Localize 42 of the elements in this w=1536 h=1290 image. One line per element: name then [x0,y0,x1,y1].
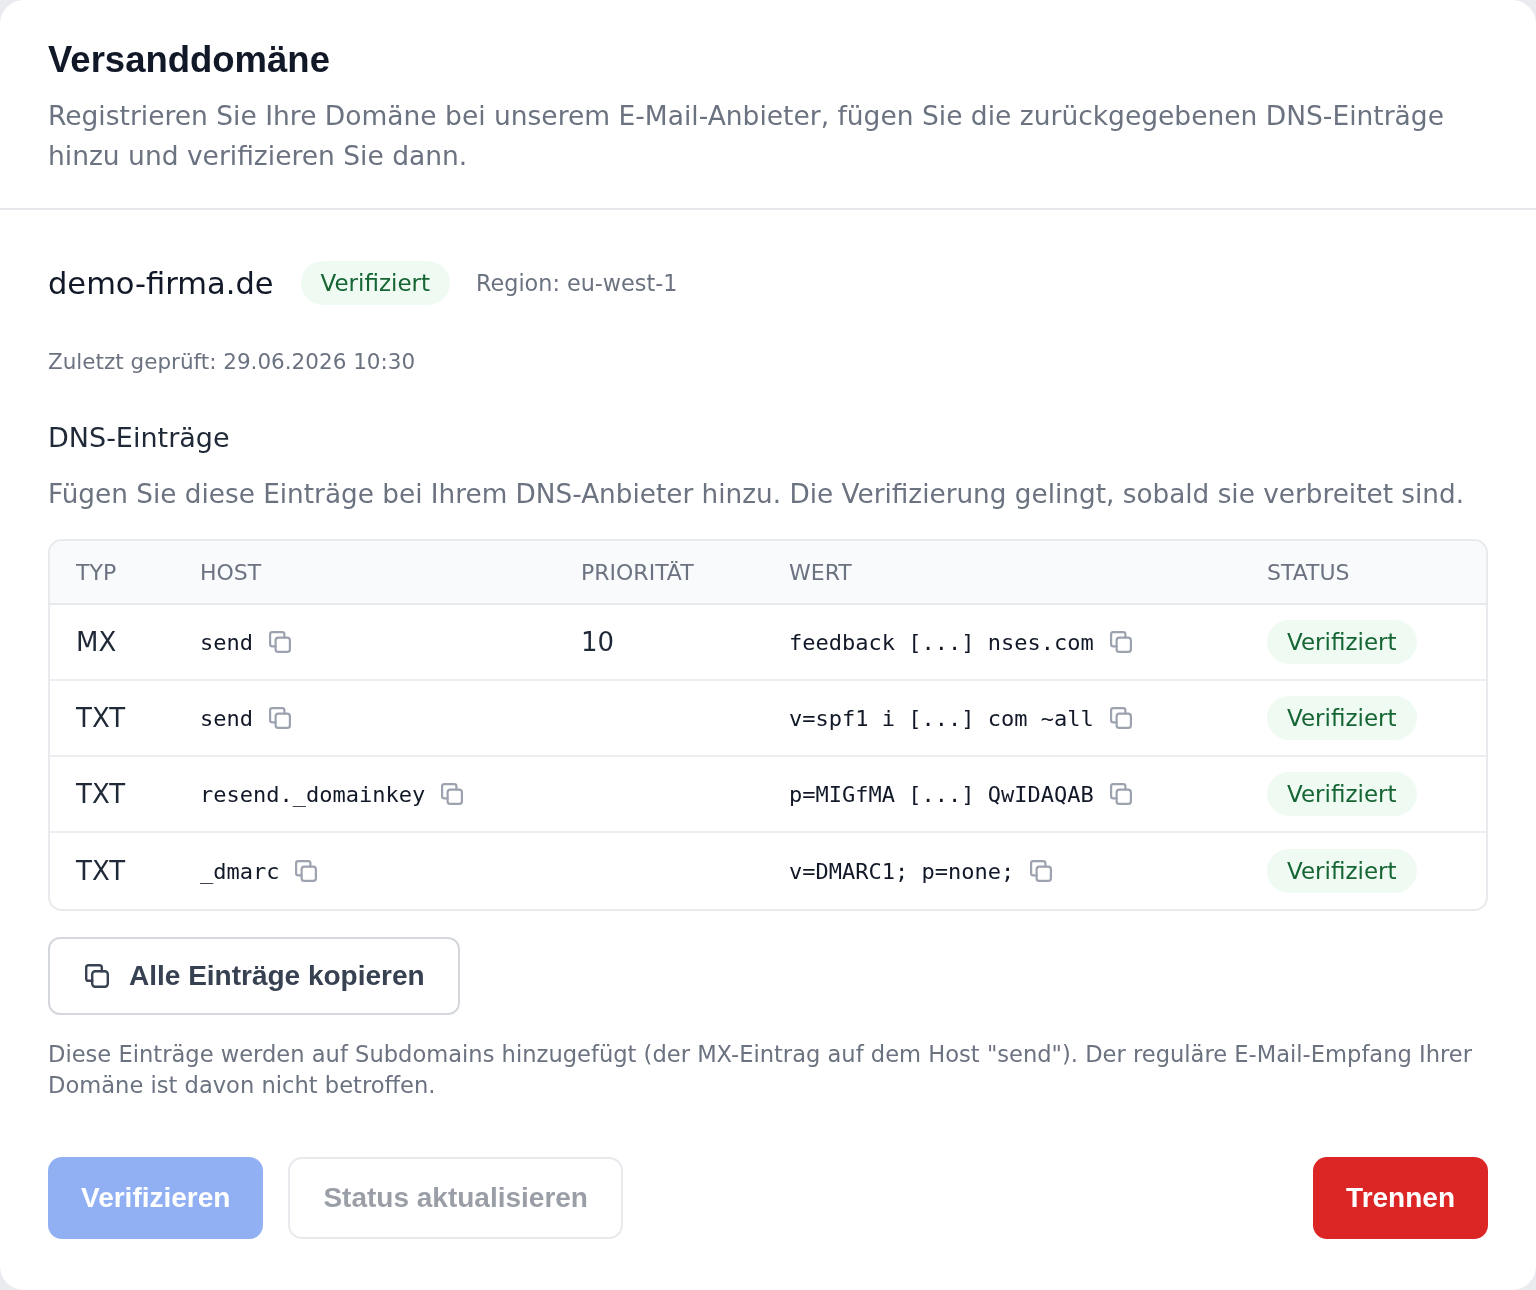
column-header: HOST [174,541,555,605]
column-header: STATUS [1241,541,1486,605]
record-value: v=spf1 i [...] com ~all [789,705,1094,731]
copy-icon[interactable] [295,860,318,882]
copy-icon[interactable] [441,783,464,805]
record-value: v=DMARC1; p=none; [789,858,1015,884]
danger-button[interactable]: Trennen [1313,1157,1488,1239]
status-badge: Verifiziert [1267,849,1417,893]
host-value: _dmarc [200,858,280,884]
table-cell: TXT [50,681,174,757]
record-value: p=MIGfMA [...] QwIDAQAB [789,781,1094,807]
dialog-description: Registrieren Sie Ihre Domäne bei unserem E-Mail-Anbieter, fügen Sie die zurückgegebenen DNS-Einträge hinzu und verifizieren Sie dann. [48,99,1445,173]
copy-icon[interactable] [269,631,291,653]
copy-icon[interactable] [1109,631,1132,653]
info-note: Diese Einträge werden auf Subdomains hinzugefügt (der MX-Eintrag auf dem Host "send"). Der reguläre E-Mail-Empfang Ihrer Domäne ist davon nicht betroffen. [48,1040,1473,1100]
column-header: WERT [763,541,1241,605]
table-cell: 10 [555,605,763,681]
column-header: TYP [50,541,174,605]
host-value: resend._domainkey [200,781,426,807]
status-badge: Verifiziert [1267,772,1417,816]
status-badge: Verifiziert [1267,620,1417,664]
domain-name: demo-firma.de [48,265,274,301]
table-cell: TXT [50,757,174,833]
column-header: PRIORITÄT [555,541,763,605]
copy-icon [85,964,109,988]
region-label: Region: eu-west-1 [476,270,678,296]
section-title: DNS-Einträge [48,421,231,455]
copy-all-button[interactable]: Alle Einträge kopieren [48,937,460,1015]
last-checked-text: Zuletzt geprüft: 29.06.2026 10:30 [48,348,417,376]
copy-icon[interactable] [1109,707,1132,729]
copy-icon[interactable] [1109,783,1132,805]
status-badge: Verifiziert [300,261,451,305]
copy-icon[interactable] [269,707,291,729]
host-value: send [200,629,253,655]
table-cell: MX [50,605,174,681]
record-value: feedback [...] nses.com [789,629,1094,655]
host-value: send [200,705,253,731]
copy-icon[interactable] [1030,860,1053,882]
status-badge: Verifiziert [1267,696,1417,740]
section-description: Fügen Sie diese Einträge bei Ihrem DNS-Anbieter hinzu. Die Verifizierung gelingt, sobald sie verbreitet sind. [48,478,1466,511]
table-cell-text: TXT [75,855,127,888]
dialog-title: Versanddomäne [48,38,331,82]
